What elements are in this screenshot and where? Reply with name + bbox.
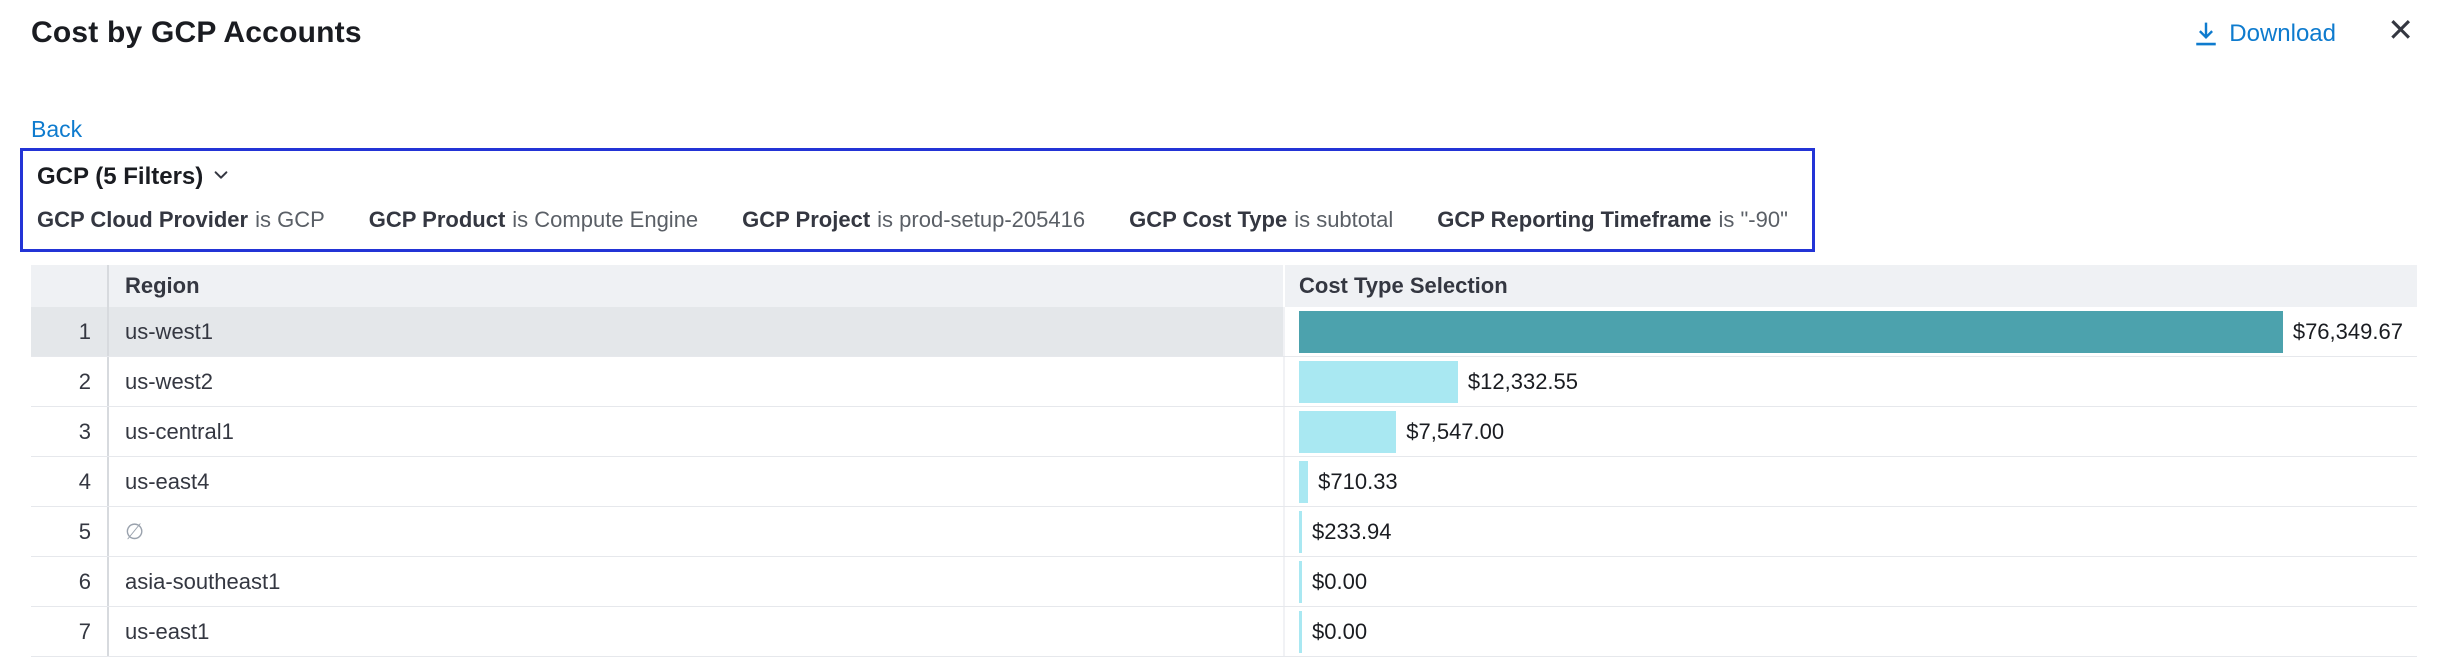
- cost-value: $7,547.00: [1406, 419, 1504, 445]
- cost-value: $76,349.67: [2293, 319, 2403, 345]
- cost-cell: $12,332.55: [1283, 357, 2417, 406]
- table-row[interactable]: 3 us-central1 $7,547.00: [31, 407, 2417, 457]
- filter-items: GCP Cloud Provider is GCP GCP Productis C…: [37, 207, 1788, 233]
- table-row[interactable]: 1 us-west1 $76,349.67: [31, 307, 2417, 357]
- download-button[interactable]: Download: [2193, 20, 2336, 48]
- filter-item: GCP Cost Type is subtotal: [1129, 207, 1393, 233]
- cost-cell: $7,547.00: [1283, 407, 2417, 456]
- cost-bar: [1299, 461, 1308, 503]
- filter-field: GCP Project: [742, 207, 870, 232]
- table-header: Region Cost Type Selection: [31, 265, 2417, 307]
- cost-bar: [1299, 361, 1458, 403]
- cost-bar: [1299, 611, 1302, 653]
- download-icon: [2193, 21, 2219, 47]
- filter-field: GCP Cloud Provider: [37, 207, 248, 232]
- table-row[interactable]: 5 ∅ $233.94: [31, 507, 2417, 557]
- row-number: 3: [31, 407, 109, 456]
- header-region-column[interactable]: Region: [109, 265, 1283, 307]
- download-label: Download: [2229, 20, 2336, 48]
- table-row[interactable]: 2 us-west2 $12,332.55: [31, 357, 2417, 407]
- filter-condition: is prod-setup-205416: [877, 207, 1085, 232]
- cost-bar: [1299, 411, 1396, 453]
- header-index-cell: [31, 265, 109, 307]
- row-number: 2: [31, 357, 109, 406]
- region-cell: ∅: [109, 507, 1283, 556]
- chevron-down-icon: [212, 163, 230, 191]
- cost-cell: $233.94: [1283, 507, 2417, 556]
- row-number: 6: [31, 557, 109, 606]
- cost-bar: [1299, 561, 1302, 603]
- region-cell: us-east1: [109, 607, 1283, 656]
- table-row[interactable]: 6 asia-southeast1 $0.00: [31, 557, 2417, 607]
- region-cell: us-west1: [109, 307, 1283, 356]
- cost-by-gcp-accounts-panel: Cost by GCP Accounts Download ✕ Back GCP…: [0, 0, 2448, 672]
- header-cost-column[interactable]: Cost Type Selection: [1283, 265, 2417, 307]
- cost-cell: $76,349.67: [1283, 307, 2417, 356]
- region-cell: us-east4: [109, 457, 1283, 506]
- filter-summary-label: GCP (5 Filters): [37, 163, 203, 191]
- cost-cell: $0.00: [1283, 557, 2417, 606]
- cost-cell: $710.33: [1283, 457, 2417, 506]
- cost-value: $710.33: [1318, 469, 1398, 495]
- row-number: 1: [31, 307, 109, 356]
- cost-table: Region Cost Type Selection 1 us-west1 $7…: [31, 265, 2417, 657]
- cost-value: $233.94: [1312, 519, 1392, 545]
- filter-condition: is "-90": [1719, 207, 1788, 232]
- filter-item: GCP Cloud Provider is GCP: [37, 207, 325, 233]
- filter-item: GCP Reporting Timeframe is "-90": [1437, 207, 1788, 233]
- filter-summary-toggle[interactable]: GCP (5 Filters): [37, 163, 230, 191]
- row-number: 4: [31, 457, 109, 506]
- filter-field: GCP Cost Type: [1129, 207, 1287, 232]
- close-icon[interactable]: ✕: [2387, 14, 2414, 46]
- row-number: 5: [31, 507, 109, 556]
- page-title: Cost by GCP Accounts: [31, 16, 362, 50]
- filter-item: GCP Productis Compute Engine: [369, 207, 698, 233]
- filter-group: GCP (5 Filters) GCP Cloud Provider is GCP…: [20, 148, 1815, 252]
- filter-condition: is subtotal: [1294, 207, 1393, 232]
- cost-bar: [1299, 511, 1302, 553]
- filter-condition: is GCP: [255, 207, 325, 232]
- filter-field: GCP Reporting Timeframe: [1437, 207, 1711, 232]
- region-cell: asia-southeast1: [109, 557, 1283, 606]
- region-cell: us-central1: [109, 407, 1283, 456]
- cost-value: $0.00: [1312, 619, 1367, 645]
- cost-cell: $0.00: [1283, 607, 2417, 656]
- filter-condition: is Compute Engine: [512, 207, 698, 232]
- table-row[interactable]: 7 us-east1 $0.00: [31, 607, 2417, 657]
- cost-value: $0.00: [1312, 569, 1367, 595]
- table-row[interactable]: 4 us-east4 $710.33: [31, 457, 2417, 507]
- cost-bar: [1299, 311, 2283, 353]
- filter-field: GCP Product: [369, 207, 506, 232]
- row-number: 7: [31, 607, 109, 656]
- back-link[interactable]: Back: [31, 116, 82, 143]
- region-cell: us-west2: [109, 357, 1283, 406]
- filter-item: GCP Project is prod-setup-205416: [742, 207, 1085, 233]
- cost-value: $12,332.55: [1468, 369, 1578, 395]
